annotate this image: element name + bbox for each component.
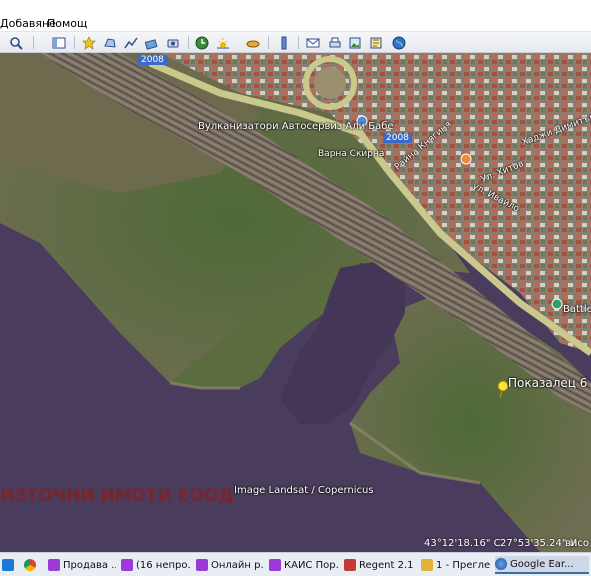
placemark-icon[interactable]: [80, 34, 98, 51]
app-icon: [269, 559, 281, 571]
search-icon[interactable]: [7, 34, 25, 51]
taskbar-item[interactable]: Продава ...: [48, 556, 116, 574]
windows-icon[interactable]: [2, 556, 18, 574]
toolbar: [0, 32, 591, 53]
map-label-battle[interactable]: Battle: [563, 304, 591, 315]
menu-help[interactable]: Помощ: [47, 17, 87, 30]
history-icon[interactable]: [193, 34, 211, 51]
sidebar-icon[interactable]: [50, 34, 68, 51]
map-label-autoservice[interactable]: Вулканизатори Автосервиз Али Бабе: [198, 121, 394, 132]
satellite-map[interactable]: 2008 2008 Вулканизатори Автосервиз Али Б…: [0, 53, 591, 552]
app-icon: [48, 559, 60, 571]
imagery-credit: Image Landsat / Copernicus: [234, 485, 374, 496]
menu-bar: Добавяне Помощ: [0, 0, 591, 32]
app-icon: [121, 559, 133, 571]
tour-icon[interactable]: [164, 34, 182, 51]
ruler-icon[interactable]: [275, 34, 293, 51]
taskbar: Продава ... (16 непро... Онлайн р... КАИ…: [0, 552, 591, 576]
overlay-icon[interactable]: [143, 34, 161, 51]
planets-icon[interactable]: [244, 34, 262, 51]
save-image-icon[interactable]: [346, 34, 364, 51]
taskbar-item[interactable]: Regent 2.1 ...: [344, 556, 417, 574]
polygon-icon[interactable]: [101, 34, 119, 51]
map-icon[interactable]: [367, 34, 385, 51]
email-icon[interactable]: [304, 34, 322, 51]
road-shield: 2008: [138, 55, 167, 65]
folder-icon: [421, 559, 433, 571]
altitude: висо: [565, 538, 590, 549]
chrome-icon[interactable]: [24, 556, 40, 574]
taskbar-item[interactable]: (16 непро...: [121, 556, 191, 574]
taskbar-item[interactable]: 1 - Прегле...: [421, 556, 491, 574]
taskbar-item[interactable]: КАИС Пор...: [269, 556, 339, 574]
latitude: 43°12'18.16" С: [424, 538, 501, 549]
sun-icon[interactable]: [214, 34, 232, 51]
watermark: ИЗТОЧНИ ИМОТИ ЕООД: [0, 486, 234, 506]
app-icon: [196, 559, 208, 571]
coordinates-bar: 43°12'18.16" С 27°53'35.24" И висо: [0, 538, 591, 552]
print-icon[interactable]: [326, 34, 344, 51]
poi-icon[interactable]: [551, 298, 563, 310]
taskbar-item[interactable]: Онлайн р...: [196, 556, 264, 574]
map-label-street: Варна Скирна: [318, 149, 385, 159]
path-icon[interactable]: [122, 34, 140, 51]
placemark-label[interactable]: Показалец 6: [508, 376, 587, 390]
taskbar-item[interactable]: Google Ear...: [495, 556, 589, 574]
earth-icon[interactable]: [390, 34, 408, 51]
google-earth-icon: [495, 558, 507, 570]
road-shield: 2008: [383, 133, 412, 143]
poi-icon[interactable]: [460, 153, 472, 165]
regent-icon: [344, 559, 356, 571]
